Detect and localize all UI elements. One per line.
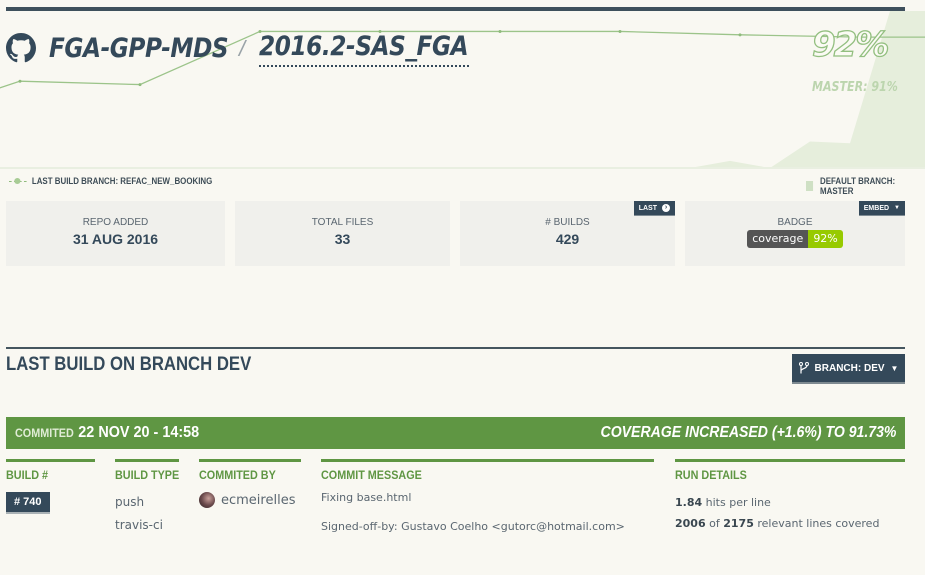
last-label: LAST (638, 204, 657, 212)
stat-value: 33 (334, 231, 351, 247)
legend-left-label: LAST BUILD BRANCH: REFAC_NEW_BOOKING (31, 176, 213, 186)
embed-dropdown[interactable]: EMBED ▼ (858, 201, 905, 216)
avatar (199, 492, 215, 508)
branch-select-button[interactable]: BRANCH: DEV ▼ (792, 354, 905, 384)
last-build-button[interactable]: LAST › (633, 201, 675, 216)
coverage-percentage: 92% (811, 24, 890, 65)
stat-label: REPO ADDED (82, 217, 149, 228)
committer-name: ecmeirelles (221, 492, 296, 508)
committer[interactable]: ecmeirelles (199, 492, 301, 508)
legend-line-icon (9, 176, 27, 186)
branch-label: BRANCH: DEV (814, 362, 885, 374)
commit-message-column: COMMIT MESSAGE Fixing base.html Signed-o… (321, 459, 654, 533)
stat-card-badge: EMBED ▼ BADGE coverage 92% (685, 201, 905, 266)
build-number-column: BUILD # # 740 (6, 459, 95, 514)
section-rule (6, 347, 905, 349)
caret-down-icon: ▼ (890, 363, 899, 373)
arrow-right-circle-icon: › (662, 204, 670, 212)
master-coverage: MASTER: 91% (812, 80, 898, 95)
hits-label: hits per line (702, 496, 771, 509)
lines-covered: 2006 of 2175 relevant lines covered (675, 517, 905, 530)
path-separator: / (239, 36, 246, 61)
commit-status-bar: COMMITED 22 NOV 20 - 14:58 COVERAGE INCR… (6, 417, 905, 449)
stat-value: 429 (555, 231, 580, 247)
line-point (498, 29, 502, 33)
build-number-link[interactable]: # 740 (6, 492, 50, 514)
lines-covered-value: 2006 (675, 517, 706, 530)
lines-label: relevant lines covered (753, 517, 880, 530)
committed-by-column: COMMITED BY ecmeirelles (199, 459, 301, 508)
column-heading: COMMITED BY (199, 468, 276, 482)
repo-name: 2016.2-SAS_FGA (259, 31, 469, 62)
git-branch-icon (798, 362, 809, 374)
stat-label: TOTAL FILES (311, 217, 374, 228)
coverage-badge[interactable]: coverage 92% (747, 230, 843, 248)
commit-signoff-line: Signed-off-by: Gustavo Coelho <gutorc@ho… (321, 520, 625, 533)
badge-value: 92% (808, 230, 843, 248)
repo-owner-link[interactable]: FGA-GPP-MDS (49, 33, 229, 64)
legend-default-branch: DEFAULT BRANCH: MASTER (806, 176, 925, 196)
embed-label: EMBED (863, 204, 890, 212)
build-service: travis-ci (115, 518, 163, 532)
stat-label: BADGE (777, 217, 813, 228)
column-heading: COMMIT MESSAGE (321, 468, 422, 482)
badge-label: coverage (747, 230, 809, 248)
run-details-column: RUN DETAILS 1.84 hits per line 2006 of 2… (675, 459, 905, 530)
committed-label: COMMITED (15, 426, 74, 440)
line-point (138, 83, 142, 87)
lines-total-value: 2175 (723, 517, 754, 530)
column-heading: BUILD TYPE (115, 468, 180, 482)
hits-per-line: 1.84 hits per line (675, 496, 905, 509)
stat-card-total-files: TOTAL FILES 33 (235, 201, 450, 266)
repo-name-link[interactable]: 2016.2-SAS_FGA (259, 29, 469, 67)
legend-square-icon (806, 181, 814, 191)
line-point (738, 33, 742, 37)
column-heading: RUN DETAILS (675, 468, 747, 482)
hits-value: 1.84 (675, 496, 703, 509)
chart-baseline (0, 167, 925, 169)
github-icon (6, 33, 36, 63)
stat-value: 31 AUG 2016 (72, 231, 159, 247)
coverage-change: COVERAGE INCREASED (+1.6%) TO 91.73% (600, 424, 897, 441)
stat-label: # BUILDS (545, 217, 590, 228)
committed-date: 22 NOV 20 - 14:58 (78, 424, 200, 441)
legend-last-build-branch: LAST BUILD BRANCH: REFAC_NEW_BOOKING (9, 176, 212, 186)
line-point (618, 29, 622, 33)
last-build-title: LAST BUILD ON BRANCH DEV (6, 354, 252, 375)
commit-message-line: Fixing base.html (321, 491, 412, 504)
stat-card-builds: LAST › # BUILDS 429 (460, 201, 675, 266)
repo-title: FGA-GPP-MDS (6, 28, 257, 68)
lines-of: of (705, 517, 724, 530)
build-type: push (115, 495, 145, 509)
caret-down-icon: ▼ (894, 205, 900, 211)
legend-right-label: DEFAULT BRANCH: MASTER (820, 176, 896, 196)
column-heading: BUILD # (6, 468, 49, 482)
build-type-column: BUILD TYPE push travis-ci (115, 459, 179, 532)
stat-card-repo-added: REPO ADDED 31 AUG 2016 (6, 201, 225, 266)
line-point (18, 79, 22, 83)
